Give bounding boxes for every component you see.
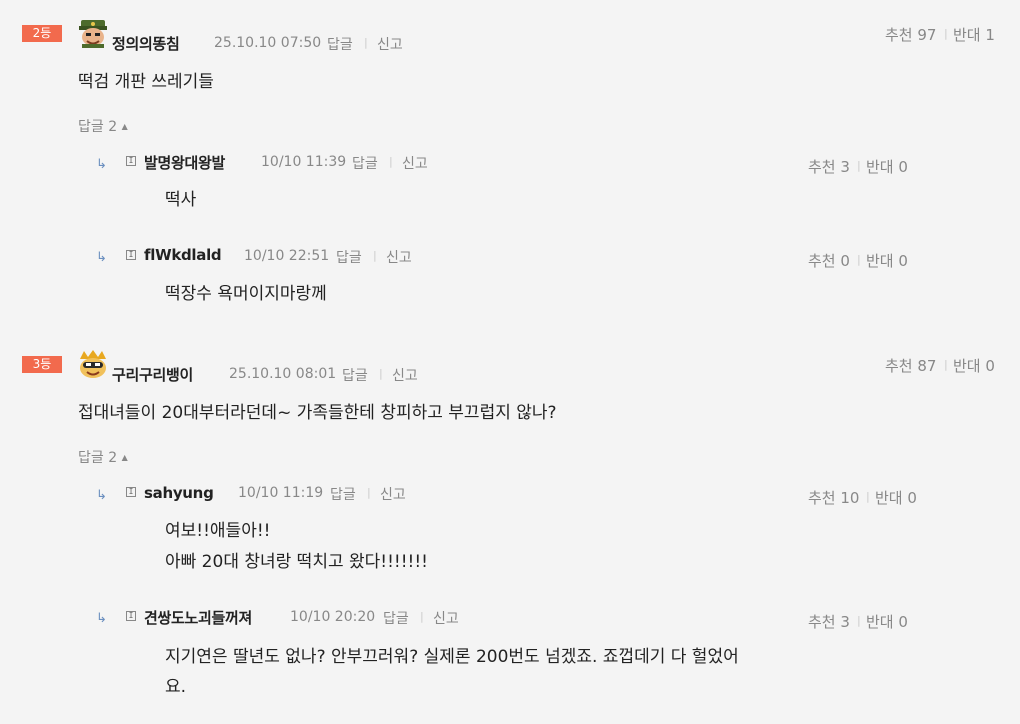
reply-author[interactable]: 발명왕대왕발 bbox=[144, 152, 225, 173]
reply-author[interactable]: 견쌍도노괴들꺼져 bbox=[144, 607, 252, 628]
reply-body: 여보!!애들아!! bbox=[165, 521, 271, 541]
replies-toggle-label: 답글 2 bbox=[78, 119, 118, 135]
downvote-button[interactable]: 반대 0 bbox=[875, 487, 917, 508]
profile-icon: I bbox=[126, 250, 136, 260]
avatar-soldier-icon bbox=[79, 20, 107, 48]
separator: | bbox=[389, 155, 393, 168]
caret-up-icon: ▲ bbox=[121, 122, 128, 131]
separator: | bbox=[944, 358, 948, 371]
reply-button[interactable]: 답글 bbox=[383, 608, 409, 628]
downvote-button[interactable]: 반대 0 bbox=[866, 611, 908, 632]
upvote-button[interactable]: 추천 87 bbox=[885, 355, 936, 376]
report-button[interactable]: 신고 bbox=[386, 247, 412, 267]
reply-body: 떡사 bbox=[165, 190, 197, 210]
reply-date: 10/10 22:51 bbox=[244, 248, 330, 264]
separator: | bbox=[364, 36, 368, 49]
comment-body: 떡검 개판 쓰레기들 bbox=[78, 72, 214, 92]
reply-date: 10/10 20:20 bbox=[290, 609, 376, 625]
comment-author[interactable]: 구리구리뱅이 bbox=[112, 364, 193, 385]
separator: | bbox=[367, 486, 371, 499]
reply-button[interactable]: 답글 bbox=[330, 484, 356, 504]
upvote-button[interactable]: 추천 0 bbox=[808, 250, 850, 271]
avatar-face-icon bbox=[80, 350, 106, 378]
reply-button[interactable]: 답글 bbox=[327, 34, 353, 54]
reply-body: 지기연은 딸년도 없나? 안부끄러워? 실제론 200번도 넘겠죠. 죠껍데기 … bbox=[165, 647, 739, 667]
reply-arrow-icon: ↳ bbox=[96, 157, 107, 172]
separator: | bbox=[857, 253, 861, 266]
comment-date: 25.10.10 07:50 bbox=[214, 35, 322, 51]
caret-up-icon: ▲ bbox=[121, 453, 128, 462]
comment-body: 접대녀들이 20대부터라던데~ 가족들한테 창피하고 부끄럽지 않나? bbox=[78, 403, 557, 423]
upvote-button[interactable]: 추천 97 bbox=[885, 24, 936, 45]
reply-author[interactable]: flWkdlald bbox=[144, 246, 222, 264]
reply-arrow-icon: ↳ bbox=[96, 611, 107, 626]
comment-author[interactable]: 정의의똥침 bbox=[112, 33, 180, 54]
reply-date: 10/10 11:39 bbox=[261, 154, 347, 170]
report-button[interactable]: 신고 bbox=[392, 365, 418, 385]
separator: | bbox=[857, 159, 861, 172]
profile-icon: I bbox=[126, 156, 136, 166]
report-button[interactable]: 신고 bbox=[380, 484, 406, 504]
reply-date: 10/10 11:19 bbox=[238, 485, 324, 501]
reply-button[interactable]: 답글 bbox=[352, 153, 378, 173]
reply-button[interactable]: 답글 bbox=[336, 247, 362, 267]
upvote-button[interactable]: 추천 3 bbox=[808, 611, 850, 632]
reply-button[interactable]: 답글 bbox=[342, 365, 368, 385]
downvote-button[interactable]: 반대 1 bbox=[953, 24, 995, 45]
comment-date: 25.10.10 08:01 bbox=[229, 366, 337, 382]
rank-badge: 3등 bbox=[22, 356, 62, 373]
separator: | bbox=[866, 490, 870, 503]
reply-body: 요. bbox=[165, 677, 187, 697]
reply-author[interactable]: sahyung bbox=[144, 484, 214, 502]
downvote-button[interactable]: 반대 0 bbox=[953, 355, 995, 376]
replies-toggle-label: 답글 2 bbox=[78, 450, 118, 466]
reply-arrow-icon: ↳ bbox=[96, 488, 107, 503]
upvote-button[interactable]: 추천 3 bbox=[808, 156, 850, 177]
separator: | bbox=[379, 367, 383, 380]
reply-body: 아빠 20대 창녀랑 떡치고 왔다!!!!!!! bbox=[165, 552, 428, 572]
separator: | bbox=[857, 614, 861, 627]
replies-toggle[interactable]: 답글 2 ▲ bbox=[78, 116, 128, 136]
reply-body: 떡장수 욕머이지마랑께 bbox=[165, 284, 327, 304]
replies-toggle[interactable]: 답글 2 ▲ bbox=[78, 447, 128, 467]
profile-icon: I bbox=[126, 611, 136, 621]
rank-badge: 2등 bbox=[22, 25, 62, 42]
separator: | bbox=[420, 610, 424, 623]
reply-arrow-icon: ↳ bbox=[96, 250, 107, 265]
profile-icon: I bbox=[126, 487, 136, 497]
separator: | bbox=[944, 27, 948, 40]
report-button[interactable]: 신고 bbox=[433, 608, 459, 628]
downvote-button[interactable]: 반대 0 bbox=[866, 250, 908, 271]
report-button[interactable]: 신고 bbox=[402, 153, 428, 173]
separator: | bbox=[373, 249, 377, 262]
report-button[interactable]: 신고 bbox=[377, 34, 403, 54]
downvote-button[interactable]: 반대 0 bbox=[866, 156, 908, 177]
upvote-button[interactable]: 추천 10 bbox=[808, 487, 859, 508]
